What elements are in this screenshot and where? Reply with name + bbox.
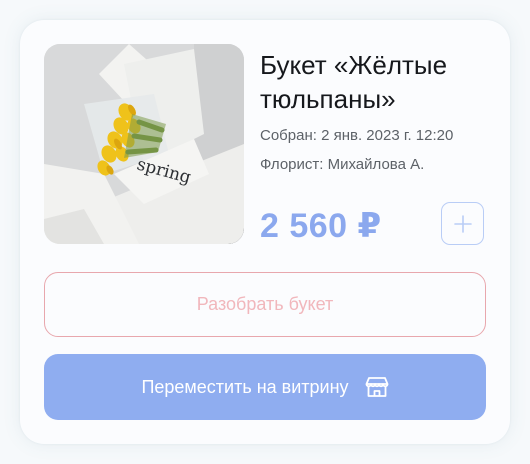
plus-icon <box>453 214 472 233</box>
storefront-icon <box>365 376 389 398</box>
page: spring Букет «Жёлтые тюльпаны» Собран: 2… <box>0 0 530 464</box>
florist-name: Флорист: Михайлова А. <box>260 156 425 173</box>
bouquet-card: spring Букет «Жёлтые тюльпаны» Собран: 2… <box>20 20 510 444</box>
assembled-date: Собран: 2 янв. 2023 г. 12:20 <box>260 127 454 144</box>
bouquet-photo: spring <box>44 44 244 244</box>
disassemble-bouquet-button[interactable]: Разобрать букет <box>44 272 486 337</box>
disassemble-bouquet-label: Разобрать букет <box>196 294 334 314</box>
move-to-showcase-label: Переместить на витрину <box>141 376 349 397</box>
product-price: 2 560 ₽ <box>260 207 382 245</box>
add-button[interactable] <box>441 202 484 245</box>
product-title: Букет «Жёлтые тюльпаны» <box>260 50 448 114</box>
move-to-showcase-button[interactable]: Переместить на витрину <box>44 354 486 420</box>
